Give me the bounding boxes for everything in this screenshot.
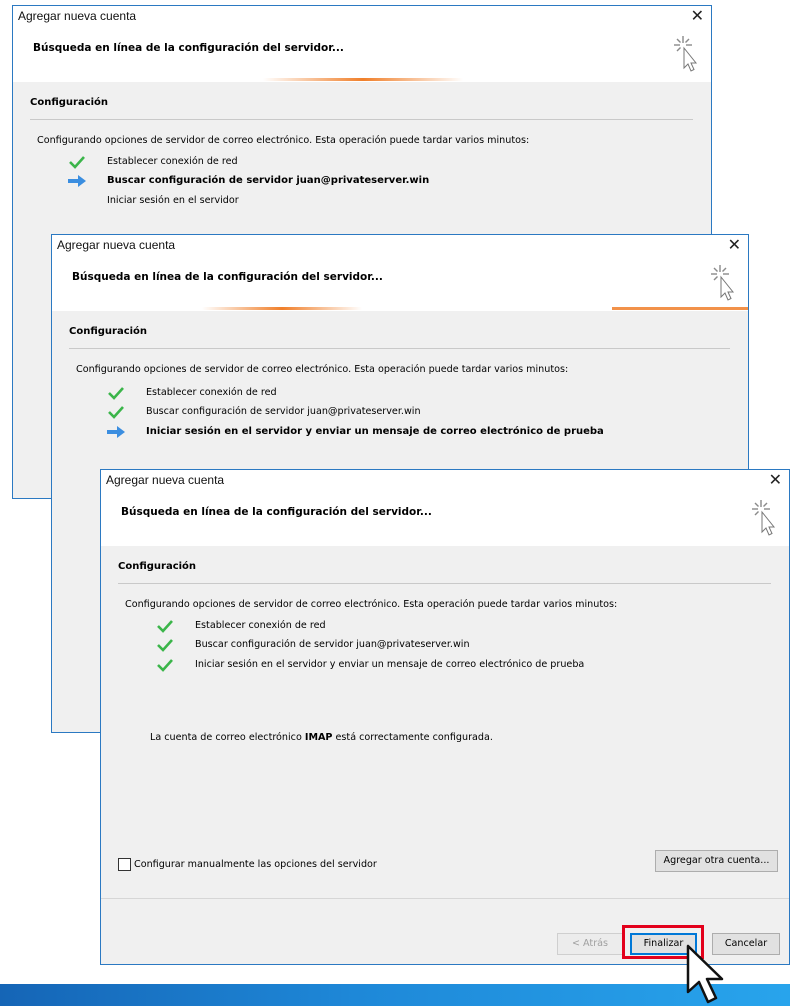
back-button[interactable]: < Atrás xyxy=(557,933,623,955)
mouse-pointer-icon xyxy=(686,944,724,1004)
header-title: Búsqueda en línea de la configuración de… xyxy=(72,271,383,283)
close-icon[interactable]: ✕ xyxy=(769,471,782,489)
intro-text: Configurando opciones de servidor de cor… xyxy=(76,364,569,375)
header-title: Búsqueda en línea de la configuración de… xyxy=(33,42,344,54)
section-title: Configuración xyxy=(118,561,197,572)
checkmark-icon xyxy=(108,406,124,419)
intro-text: Configurando opciones de servidor de cor… xyxy=(125,599,618,610)
sparkle-cursor-icon xyxy=(752,500,776,536)
dialog-header: Búsqueda en línea de la configuración de… xyxy=(13,28,711,78)
step-label: Establecer conexión de red xyxy=(107,156,238,167)
title-bar: Agregar nueva cuenta ✕ xyxy=(13,6,711,28)
dialog-header: Búsqueda en línea de la configuración de… xyxy=(101,492,789,542)
success-protocol: IMAP xyxy=(304,732,333,743)
checkmark-icon xyxy=(108,387,124,400)
dialog-header: Búsqueda en línea de la configuración de… xyxy=(52,257,748,307)
add-another-account-button[interactable]: Agregar otra cuenta... xyxy=(655,850,778,872)
title-bar: Agregar nueva cuenta ✕ xyxy=(52,235,748,257)
manual-config-label[interactable]: Configurar manualmente las opciones del … xyxy=(134,859,377,870)
window-title: Agregar nueva cuenta xyxy=(18,9,137,23)
success-prefix: La cuenta de correo electrónico xyxy=(150,732,302,743)
window-title: Agregar nueva cuenta xyxy=(57,238,176,252)
window-title: Agregar nueva cuenta xyxy=(106,473,225,487)
footer-divider xyxy=(101,898,789,899)
step-label: Iniciar sesión en el servidor y enviar u… xyxy=(195,659,585,670)
close-icon[interactable]: ✕ xyxy=(691,7,704,25)
sparkle-cursor-icon xyxy=(674,36,698,72)
checkmark-icon xyxy=(69,156,85,169)
success-suffix: está correctamente configurada. xyxy=(335,732,493,743)
manual-config-checkbox[interactable] xyxy=(118,858,131,871)
step-label: Iniciar sesión en el servidor y enviar u… xyxy=(146,426,604,437)
section-divider xyxy=(118,583,771,584)
step-label: Buscar configuración de servidor juan@pr… xyxy=(195,639,470,650)
intro-text: Configurando opciones de servidor de cor… xyxy=(37,135,530,146)
section-title: Configuración xyxy=(30,97,109,108)
checkmark-icon xyxy=(157,639,173,652)
step-label: Buscar configuración de servidor juan@pr… xyxy=(146,406,421,417)
sparkle-cursor-icon xyxy=(711,265,735,301)
dialog-window-3: Agregar nueva cuenta ✕ Búsqueda en línea… xyxy=(100,469,790,965)
step-label: Establecer conexión de red xyxy=(146,387,277,398)
title-bar: Agregar nueva cuenta ✕ xyxy=(101,470,789,492)
section-divider xyxy=(30,119,693,120)
step-label: Iniciar sesión en el servidor xyxy=(107,195,239,206)
success-message: La cuenta de correo electrónico IMAP est… xyxy=(150,732,493,743)
arrow-right-icon xyxy=(68,175,86,187)
checkmark-icon xyxy=(157,659,173,672)
section-title: Configuración xyxy=(69,326,148,337)
step-label: Establecer conexión de red xyxy=(195,620,326,631)
checkmark-icon xyxy=(157,620,173,633)
step-label: Buscar configuración de servidor juan@pr… xyxy=(107,175,430,186)
header-title: Búsqueda en línea de la configuración de… xyxy=(121,506,432,518)
arrow-right-icon xyxy=(107,426,125,438)
bottom-accent-band xyxy=(0,984,790,1006)
close-icon[interactable]: ✕ xyxy=(728,236,741,254)
dialog-body: Configuración Configurando opciones de s… xyxy=(101,546,789,964)
section-divider xyxy=(69,348,730,349)
